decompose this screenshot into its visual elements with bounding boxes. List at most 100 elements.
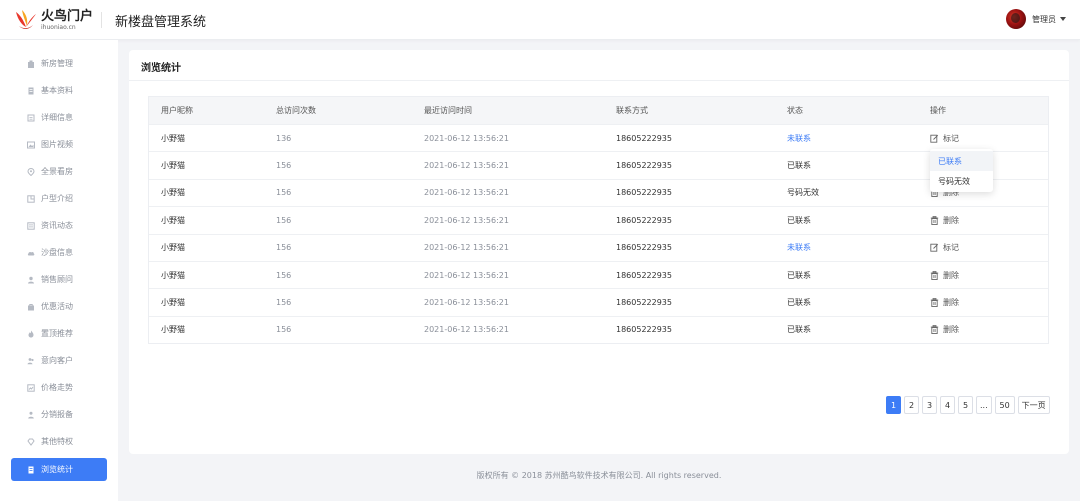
- contact-phone: 18605222935: [616, 133, 672, 143]
- sidebar-item-share[interactable]: 分销报备: [11, 403, 107, 426]
- sidebar-item-bag[interactable]: 优惠活动: [11, 295, 107, 318]
- visit-count: 156: [276, 161, 292, 171]
- logo[interactable]: 火鸟门户 ihuoniao.cn: [14, 8, 93, 32]
- last-visit-time: 2021-06-12 13:56:21: [424, 243, 509, 253]
- table-row: 小野猫 156 2021-06-12 13:56:21 18605222935 已联系 删…: [149, 288, 1048, 315]
- contact-phone: 18605222935: [616, 243, 672, 253]
- user-nickname: 小野猫: [161, 325, 185, 335]
- page-button-3[interactable]: 3: [922, 396, 937, 414]
- column-header-visit-count: 总访问次数: [276, 106, 316, 115]
- sidebar-item-label: 置顶推荐: [41, 329, 73, 338]
- sidebar-item-label: 基本资料: [41, 86, 73, 95]
- column-header-last-visit: 最近访问时间: [424, 106, 472, 115]
- delete-button[interactable]: 删除: [930, 215, 959, 226]
- user-nickname: 小野猫: [161, 133, 185, 143]
- status-text: 号码无效: [787, 188, 819, 198]
- contact-phone: 18605222935: [616, 188, 672, 198]
- visit-count: 156: [276, 298, 292, 308]
- column-header-contact: 联系方式: [616, 106, 648, 115]
- sidebar-item-label: 分销报备: [41, 410, 73, 419]
- table-row: 小野猫 156 2021-06-12 13:56:21 18605222935 已联系 删…: [149, 315, 1048, 343]
- trash-icon: [930, 270, 939, 280]
- sidebar-item-label: 销售顾问: [41, 275, 73, 284]
- page-title: 浏览统计: [141, 63, 181, 74]
- last-visit-time: 2021-06-12 13:56:21: [424, 161, 509, 171]
- sidebar-item-cloud[interactable]: 沙盘信息: [11, 241, 107, 264]
- avatar[interactable]: [1006, 9, 1026, 29]
- logo-text: 火鸟门户: [41, 8, 94, 24]
- sidebar-item-list[interactable]: 详细信息: [11, 106, 107, 129]
- sidebar-item-floorplan[interactable]: 户型介绍: [11, 187, 107, 210]
- user-nickname: 小野猫: [161, 243, 185, 253]
- contact-phone: 18605222935: [616, 325, 672, 335]
- page-button-2[interactable]: 2: [904, 396, 919, 414]
- sidebar-item-image[interactable]: 图片视频: [11, 133, 107, 156]
- user-menu[interactable]: 管理员: [1006, 9, 1066, 29]
- trash-icon: [930, 298, 939, 307]
- table-body: 小野猫 136 2021-06-12 13:56:21 18605222935 未联系标…: [149, 124, 1048, 343]
- action-label: 删除: [943, 270, 959, 280]
- status-text: 未联系: [787, 243, 811, 253]
- column-header-actions: 操作: [930, 106, 946, 115]
- sidebar-item-news[interactable]: 资讯动态: [11, 214, 107, 237]
- sidebar-item-trend[interactable]: 价格走势: [11, 376, 107, 399]
- list-icon: [27, 114, 35, 122]
- sidebar-item-users[interactable]: 意向客户: [11, 349, 107, 372]
- user-nickname: 小野猫: [161, 161, 185, 171]
- page-button-5[interactable]: 5: [958, 396, 973, 414]
- sidebar-item-document[interactable]: 基本资料: [11, 79, 107, 102]
- visit-count: 156: [276, 188, 292, 198]
- cloud-icon: [27, 249, 35, 257]
- sidebar-item-fire[interactable]: 置顶推荐: [11, 322, 107, 345]
- user-name[interactable]: 管理员: [1032, 14, 1056, 25]
- users-icon: [27, 357, 35, 365]
- edit-icon: [930, 134, 939, 143]
- status-text: 未联系: [787, 133, 811, 143]
- next-page-button[interactable]: 下一页: [1017, 396, 1050, 414]
- visit-count: 156: [276, 243, 292, 253]
- sidebar-item-diamond[interactable]: 其他特权: [11, 430, 107, 453]
- header-divider: [101, 12, 102, 28]
- visit-count: 156: [276, 215, 292, 225]
- last-visit-time: 2021-06-12 13:56:21: [424, 215, 509, 225]
- page-button-4[interactable]: 4: [940, 396, 955, 414]
- page-button-50[interactable]: 50: [994, 396, 1015, 414]
- dropdown-option-contacted[interactable]: 已联系: [930, 151, 993, 171]
- mark-button[interactable]: 标记: [930, 133, 959, 144]
- trash-icon: [930, 215, 939, 225]
- sidebar-item-label: 资讯动态: [41, 221, 73, 230]
- mark-button[interactable]: 标记: [930, 242, 959, 253]
- last-visit-time: 2021-06-12 13:56:21: [424, 270, 509, 280]
- fire-icon: [27, 330, 35, 338]
- sidebar-item-location[interactable]: 全景看房: [11, 160, 107, 183]
- sidebar-item-label: 全景看房: [41, 167, 73, 176]
- delete-button[interactable]: 删除: [930, 270, 959, 281]
- last-visit-time: 2021-06-12 13:56:21: [424, 133, 509, 143]
- contact-phone: 18605222935: [616, 298, 672, 308]
- document-icon: [27, 87, 35, 95]
- delete-button[interactable]: 删除: [930, 297, 959, 308]
- sidebar-item-label: 浏览统计: [41, 465, 73, 474]
- action-label: 删除: [943, 298, 959, 308]
- visit-count: 156: [276, 325, 292, 335]
- user-icon: [27, 276, 35, 284]
- news-icon: [27, 221, 35, 230]
- trend-icon: [27, 383, 35, 392]
- logo-domain: ihuoniao.cn: [41, 23, 76, 31]
- sidebar-item-label: 户型介绍: [41, 194, 73, 203]
- page-ellipsis[interactable]: ...: [976, 396, 992, 414]
- user-nickname: 小野猫: [161, 188, 185, 198]
- diamond-icon: [27, 438, 35, 446]
- edit-icon: [930, 243, 939, 252]
- delete-button[interactable]: 删除: [930, 324, 959, 335]
- sidebar-item-stats[interactable]: 浏览统计: [11, 458, 107, 481]
- table-row: 小野猫 156 2021-06-12 13:56:21 18605222935 号码无效…: [149, 178, 1048, 206]
- sidebar-item-building[interactable]: 新房管理: [11, 52, 107, 75]
- caret-down-icon[interactable]: [1060, 17, 1066, 21]
- page-button-1[interactable]: 1: [886, 396, 901, 414]
- status-text: 已联系: [787, 298, 811, 308]
- last-visit-time: 2021-06-12 13:56:21: [424, 298, 509, 308]
- sidebar-item-user[interactable]: 销售顾问: [11, 268, 107, 291]
- user-nickname: 小野猫: [161, 270, 185, 280]
- dropdown-option-invalid-number[interactable]: 号码无效: [930, 171, 993, 191]
